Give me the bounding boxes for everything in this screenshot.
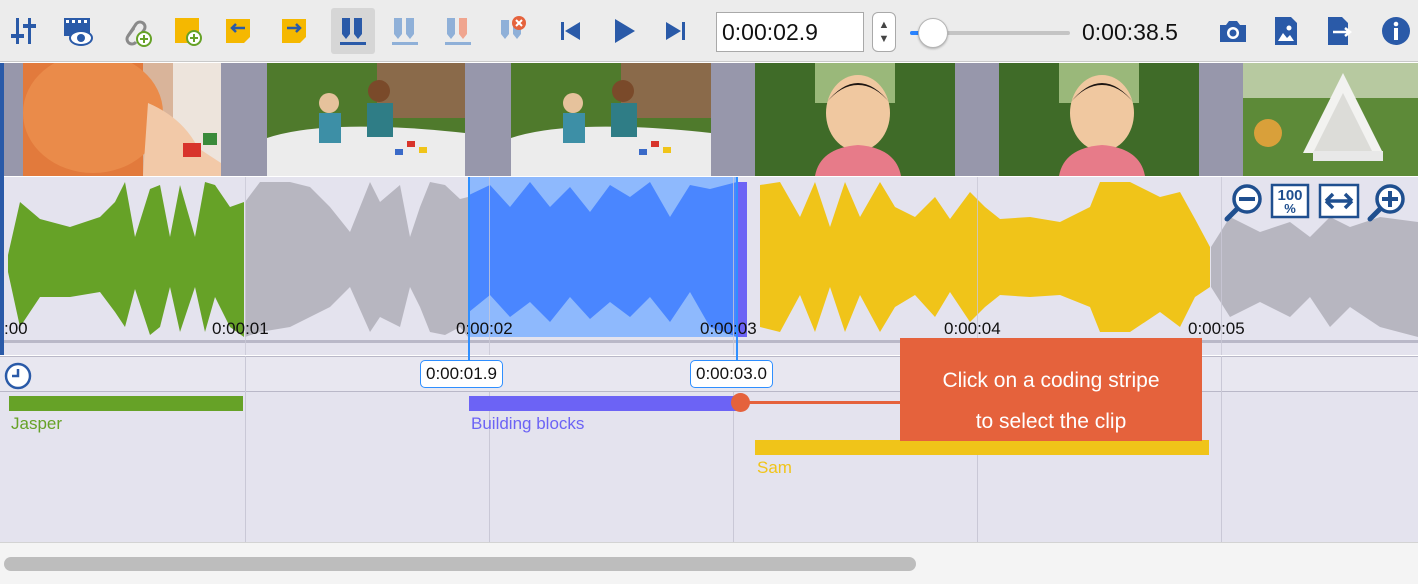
- marker-set-icon: [340, 18, 366, 45]
- marker-add-button[interactable]: [383, 8, 427, 54]
- selection-start-badge[interactable]: 0:00:01.9: [420, 360, 503, 388]
- image-document-icon: [1275, 17, 1297, 45]
- play-icon: [615, 19, 635, 43]
- coding-stripe-jasper[interactable]: [9, 396, 243, 411]
- current-time-field[interactable]: 0:00:02.9: [716, 12, 864, 52]
- scrollbar-thumb[interactable]: [4, 557, 916, 571]
- selection-end-badge[interactable]: 0:00:03.0: [690, 360, 773, 388]
- zoom-in-icon: [1367, 184, 1405, 222]
- skip-back-button[interactable]: [548, 8, 592, 54]
- callout-pointer-dot: [731, 393, 750, 412]
- coding-stripe-label: Building blocks: [471, 414, 585, 433]
- fit-width-button[interactable]: [1318, 181, 1360, 223]
- zoom-out-button[interactable]: [1223, 181, 1265, 223]
- camera-icon: [1220, 21, 1246, 42]
- video-thumbnail[interactable]: [755, 63, 955, 176]
- note-add-button[interactable]: [165, 8, 209, 54]
- playback-slider-thumb[interactable]: [918, 18, 948, 48]
- info-icon: [1382, 17, 1410, 45]
- video-thumbnail[interactable]: [23, 63, 221, 176]
- waveform-segment-gray: [245, 182, 468, 337]
- callout-pointer-line: [740, 401, 902, 404]
- video-thumbnail[interactable]: [511, 63, 711, 176]
- stepper-down-icon[interactable]: ▼: [879, 32, 890, 46]
- time-stepper[interactable]: ▲ ▼: [872, 12, 896, 52]
- tick-label: :00: [4, 319, 28, 338]
- coding-stripe-label: Sam: [757, 458, 792, 477]
- export-document-icon: [1328, 17, 1353, 45]
- note-export-icon: [282, 19, 306, 43]
- link-add-button[interactable]: [115, 8, 159, 54]
- selection-start-line[interactable]: [468, 177, 470, 360]
- stepper-up-icon[interactable]: ▲: [879, 18, 890, 32]
- media-timeline-app: 0:00:02.9 ▲ ▼ 0:00:38.5:00 0:00:01 0:00…: [0, 0, 1418, 584]
- marker-split-button[interactable]: [436, 8, 480, 54]
- skip-back-icon: [561, 22, 580, 40]
- zoom-100-percent: %: [1284, 201, 1296, 216]
- video-thumbnail[interactable]: [1243, 63, 1418, 176]
- thumbnail-strip[interactable]: [0, 63, 1418, 176]
- callout-line-1: Click on a coding stripe: [942, 369, 1160, 392]
- tutorial-callout: Click on a coding stripe to select the c…: [900, 338, 1202, 441]
- coding-stripe-sam[interactable]: [755, 440, 1209, 455]
- coding-stripe-building-blocks[interactable]: [469, 396, 737, 411]
- marker-add-icon: [392, 18, 418, 45]
- export-document-button[interactable]: [1317, 8, 1361, 54]
- skip-forward-button[interactable]: [654, 8, 698, 54]
- tick-label: 0:00:05: [1188, 319, 1245, 338]
- waveform-segment-jasper: [8, 182, 244, 337]
- video-thumbnail[interactable]: [267, 63, 465, 176]
- export-image-button[interactable]: [1264, 8, 1308, 54]
- play-button[interactable]: [601, 8, 645, 54]
- waveform-segment-sam: [760, 182, 1210, 332]
- video-thumbnail[interactable]: [999, 63, 1199, 176]
- tick-label: 0:00:02: [456, 319, 513, 338]
- tick-label: 0:00:03: [700, 319, 757, 338]
- coding-stripe-label: Jasper: [11, 414, 63, 433]
- selection-end-line[interactable]: [736, 177, 738, 360]
- note-import-button[interactable]: [216, 8, 260, 54]
- note-add-icon: [175, 18, 202, 46]
- total-time: 0:00:38.5: [1082, 19, 1178, 45]
- tick-label: 0:00:01: [212, 319, 269, 338]
- tick-label: 0:00:04: [944, 319, 1001, 338]
- zoom-in-button[interactable]: [1366, 181, 1408, 223]
- preview-clip-button[interactable]: [55, 8, 99, 54]
- link-add-icon: [125, 20, 152, 47]
- playhead[interactable]: [0, 63, 4, 355]
- note-import-icon: [226, 19, 250, 43]
- gridline: [733, 392, 734, 542]
- clock-icon: [4, 362, 32, 390]
- toolbar: 0:00:02.9 ▲ ▼ 0:00:38.5: [0, 0, 1418, 62]
- callout-line-2: to select the clip: [975, 410, 1127, 433]
- coding-area[interactable]: [0, 392, 1418, 542]
- zoom-100-button[interactable]: 100 %: [1270, 181, 1310, 223]
- note-export-button[interactable]: [272, 8, 316, 54]
- sliders-icon: [11, 18, 36, 44]
- sliders-button[interactable]: [2, 8, 46, 54]
- skip-forward-icon: [666, 22, 685, 40]
- gridline: [1221, 356, 1222, 542]
- fit-width-icon: [1318, 183, 1360, 219]
- gridline: [245, 356, 246, 542]
- horizontal-scrollbar[interactable]: [0, 542, 1418, 584]
- marker-split-icon: [445, 18, 471, 45]
- preview-clip-icon: [64, 18, 93, 46]
- zoom-out-icon: [1224, 184, 1262, 222]
- marker-delete-button[interactable]: [490, 8, 534, 54]
- snapshot-button[interactable]: [1211, 8, 1255, 54]
- marker-delete-icon: [501, 16, 526, 39]
- info-button[interactable]: [1374, 8, 1418, 54]
- marker-set-button[interactable]: [331, 8, 375, 54]
